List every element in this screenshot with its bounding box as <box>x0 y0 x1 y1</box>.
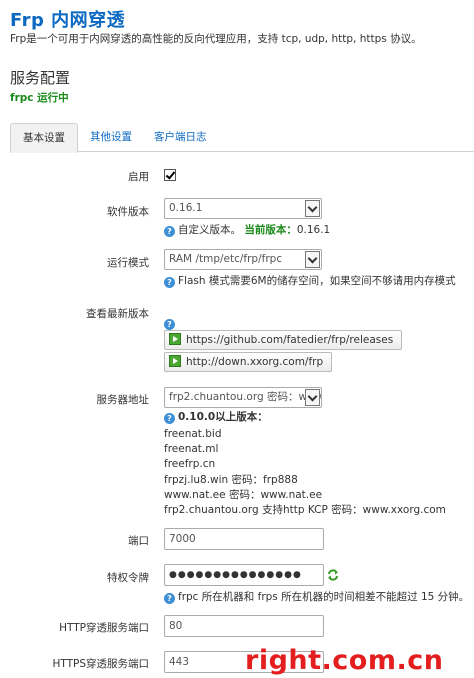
token-hint-text: frpc 所在机器和 frps 所在机器的时间相差不能超过 15 分钟。 <box>178 591 470 603</box>
tab-basic-settings[interactable]: 基本设置 <box>10 123 78 153</box>
http-port-input[interactable]: 80 <box>164 615 324 637</box>
status-badge: frpc 运行中 <box>10 92 69 104</box>
version-hint-text: 自定义版本。 <box>178 224 241 236</box>
run-mode-label: 运行模式 <box>107 257 149 269</box>
page-description: Frp是一个可用于内网穿透的高性能的反向代理应用，支持 tcp, udp, ht… <box>10 33 422 45</box>
token-label: 特权令牌 <box>107 572 149 584</box>
server-label: 服务器地址 <box>96 394 150 406</box>
server-list: freenat.bid freenat.ml freefrp.cn frpzj.… <box>164 427 446 518</box>
chevron-down-icon <box>305 200 320 217</box>
enable-checkbox[interactable] <box>164 169 176 181</box>
run-mode-hint: ? Flash 模式需要6M的储存空间，如果空间不够请用内存模式 <box>164 273 456 288</box>
watermark: right.com.cn <box>245 645 444 676</box>
chevron-down-icon <box>305 251 320 268</box>
run-mode-select-value: RAM /tmp/etc/frp/frpc <box>169 253 283 265</box>
version-label: 软件版本 <box>107 206 149 218</box>
https-port-label: HTTPS穿透服务端口 <box>52 658 149 670</box>
server-select-value: frp2.chuantou.org 密码：www.x <box>169 391 322 403</box>
latest-version-help: ? <box>164 317 178 330</box>
help-icon: ? <box>164 226 175 237</box>
section-title: 服务配置 <box>10 69 71 87</box>
list-item: frp2.chuantou.org 支持http KCP 密码：www.xxor… <box>164 504 446 517</box>
list-item: freefrp.cn <box>164 458 216 471</box>
go-icon <box>169 333 181 345</box>
server-hint-head: ? 0.10.0以上版本： <box>164 409 268 424</box>
server-hint-head-text: 0.10.0以上版本： <box>178 411 268 423</box>
mirror-link-text: http://down.xxorg.com/frp <box>186 356 324 368</box>
list-item: freenat.bid <box>164 428 222 440</box>
server-select[interactable]: frp2.chuantou.org 密码：www.x <box>164 387 322 408</box>
version-select-value: 0.16.1 <box>169 202 203 214</box>
help-icon: ? <box>164 413 175 424</box>
current-version-label: 当前版本： <box>244 224 297 236</box>
help-icon: ? <box>164 277 175 288</box>
list-item: frpzj.lu8.win 密码：frp888 <box>164 473 298 486</box>
tab-client-log[interactable]: 客户端日志 <box>142 123 219 152</box>
page-title: Frp 内网穿透 <box>10 10 126 31</box>
run-mode-hint-text: Flash 模式需要6M的储存空间，如果空间不够请用内存模式 <box>178 275 456 287</box>
chevron-down-icon <box>305 389 320 406</box>
refresh-icon[interactable] <box>327 569 339 581</box>
token-hint: ? frpc 所在机器和 frps 所在机器的时间相差不能超过 15 分钟。 <box>164 589 469 604</box>
http-port-label: HTTP穿透服务端口 <box>59 622 149 634</box>
port-input[interactable]: 7000 <box>164 528 324 550</box>
tab-other-settings[interactable]: 其他设置 <box>78 123 144 152</box>
github-link-text: https://github.com/fatedier/frp/releases <box>186 334 394 346</box>
list-item: freenat.ml <box>164 443 219 456</box>
help-icon: ? <box>164 593 175 604</box>
tab-bar: 基本设置 其他设置 客户端日志 <box>10 123 474 153</box>
list-item: www.nat.ee 密码：www.nat.ee <box>164 488 323 501</box>
github-link-button[interactable]: https://github.com/fatedier/frp/releases <box>164 330 403 350</box>
enable-label: 启用 <box>128 171 149 183</box>
go-icon <box>169 355 181 367</box>
version-hint: ? 自定义版本。 当前版本：0.16.1 <box>164 222 330 237</box>
latest-version-label: 查看最新版本 <box>86 308 149 320</box>
help-icon: ? <box>164 319 175 330</box>
current-version-value: 0.16.1 <box>296 224 331 236</box>
token-input[interactable]: ●●●●●●●●●●●●●●● <box>164 564 324 586</box>
port-label: 端口 <box>128 535 149 547</box>
run-mode-select[interactable]: RAM /tmp/etc/frp/frpc <box>164 249 322 270</box>
version-select[interactable]: 0.16.1 <box>164 198 322 219</box>
mirror-link-button[interactable]: http://down.xxorg.com/frp <box>164 352 333 372</box>
